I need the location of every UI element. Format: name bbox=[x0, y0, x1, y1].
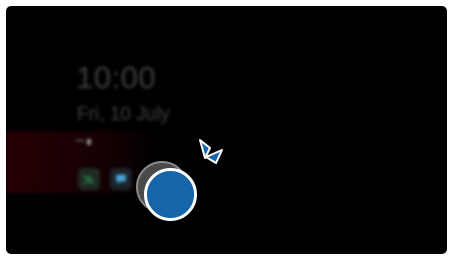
device-frame: 10:00 Fri, 10 July •••• bbox=[0, 0, 455, 260]
missed-call-notification[interactable] bbox=[78, 168, 100, 190]
double-tap-indicator bbox=[144, 168, 197, 221]
battery-icon bbox=[87, 139, 92, 145]
always-on-display[interactable]: 10:00 Fri, 10 July •••• bbox=[6, 6, 447, 254]
clock-date: Fri, 10 July bbox=[77, 104, 170, 125]
battery-status: •••• bbox=[76, 139, 92, 145]
notification-icons bbox=[78, 168, 132, 190]
missed-call-icon bbox=[83, 175, 94, 184]
message-notification[interactable] bbox=[110, 168, 132, 190]
battery-text: •••• bbox=[76, 139, 85, 145]
clock-time: 10:00 bbox=[76, 60, 157, 95]
message-icon bbox=[116, 174, 126, 184]
